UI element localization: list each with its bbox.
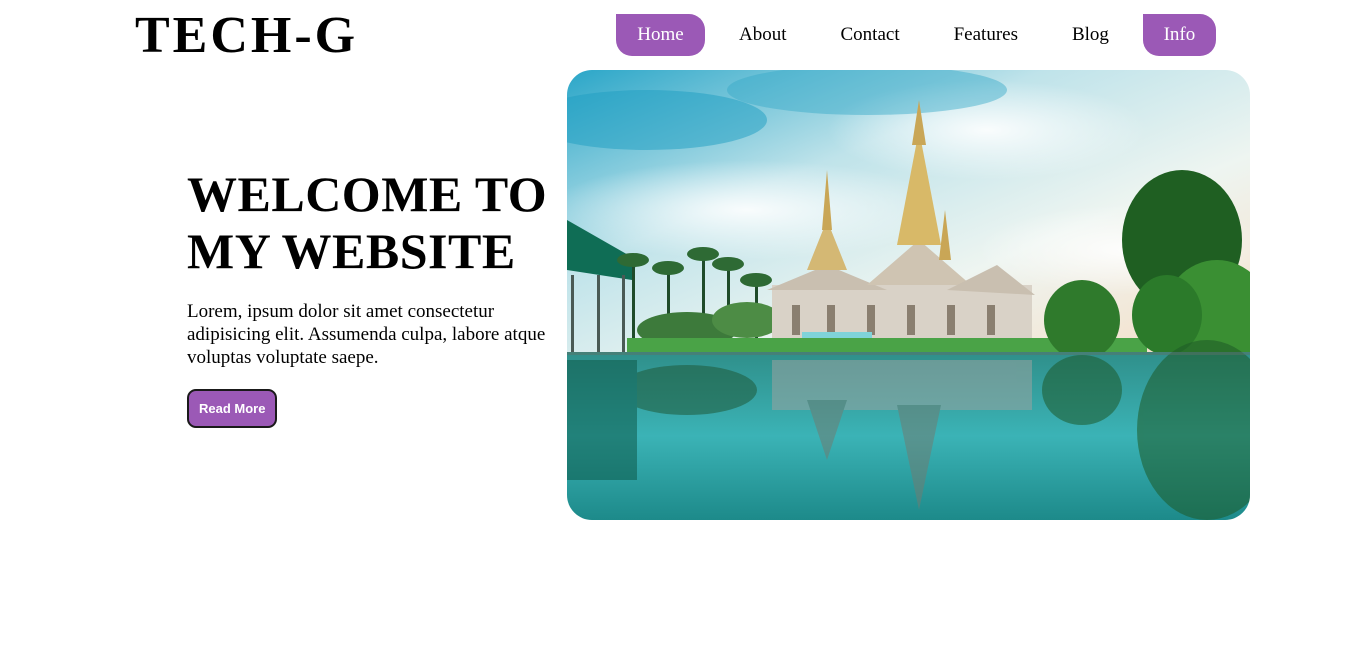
hero-title: WELCOME TO MY WEBSITE [187,166,557,280]
nav-home[interactable]: Home [616,14,705,56]
hero-description: Lorem, ipsum dolor sit amet consectetur … [187,301,546,368]
nav-info[interactable]: Info [1142,14,1216,56]
nav-features[interactable]: Features [954,14,1018,56]
hero-title-line1: WELCOME TO [187,166,548,222]
page: TECH-G Home About Contact Features Blog … [0,0,1366,649]
nav-blog[interactable]: Blog [1072,14,1109,56]
hero-title-line2: MY WEBSITE [187,223,516,279]
read-more-button[interactable]: Read More [187,389,278,428]
temple-landscape-image [567,70,1250,520]
site-logo[interactable]: TECH-G [135,6,358,66]
main-nav: Home About Contact Features Blog Info [616,14,1216,56]
nav-contact[interactable]: Contact [841,14,900,56]
hero-text: WELCOME TO MY WEBSITE Lorem, ipsum dolor… [187,166,557,428]
hero-image [567,70,1250,520]
nav-about[interactable]: About [739,14,787,56]
